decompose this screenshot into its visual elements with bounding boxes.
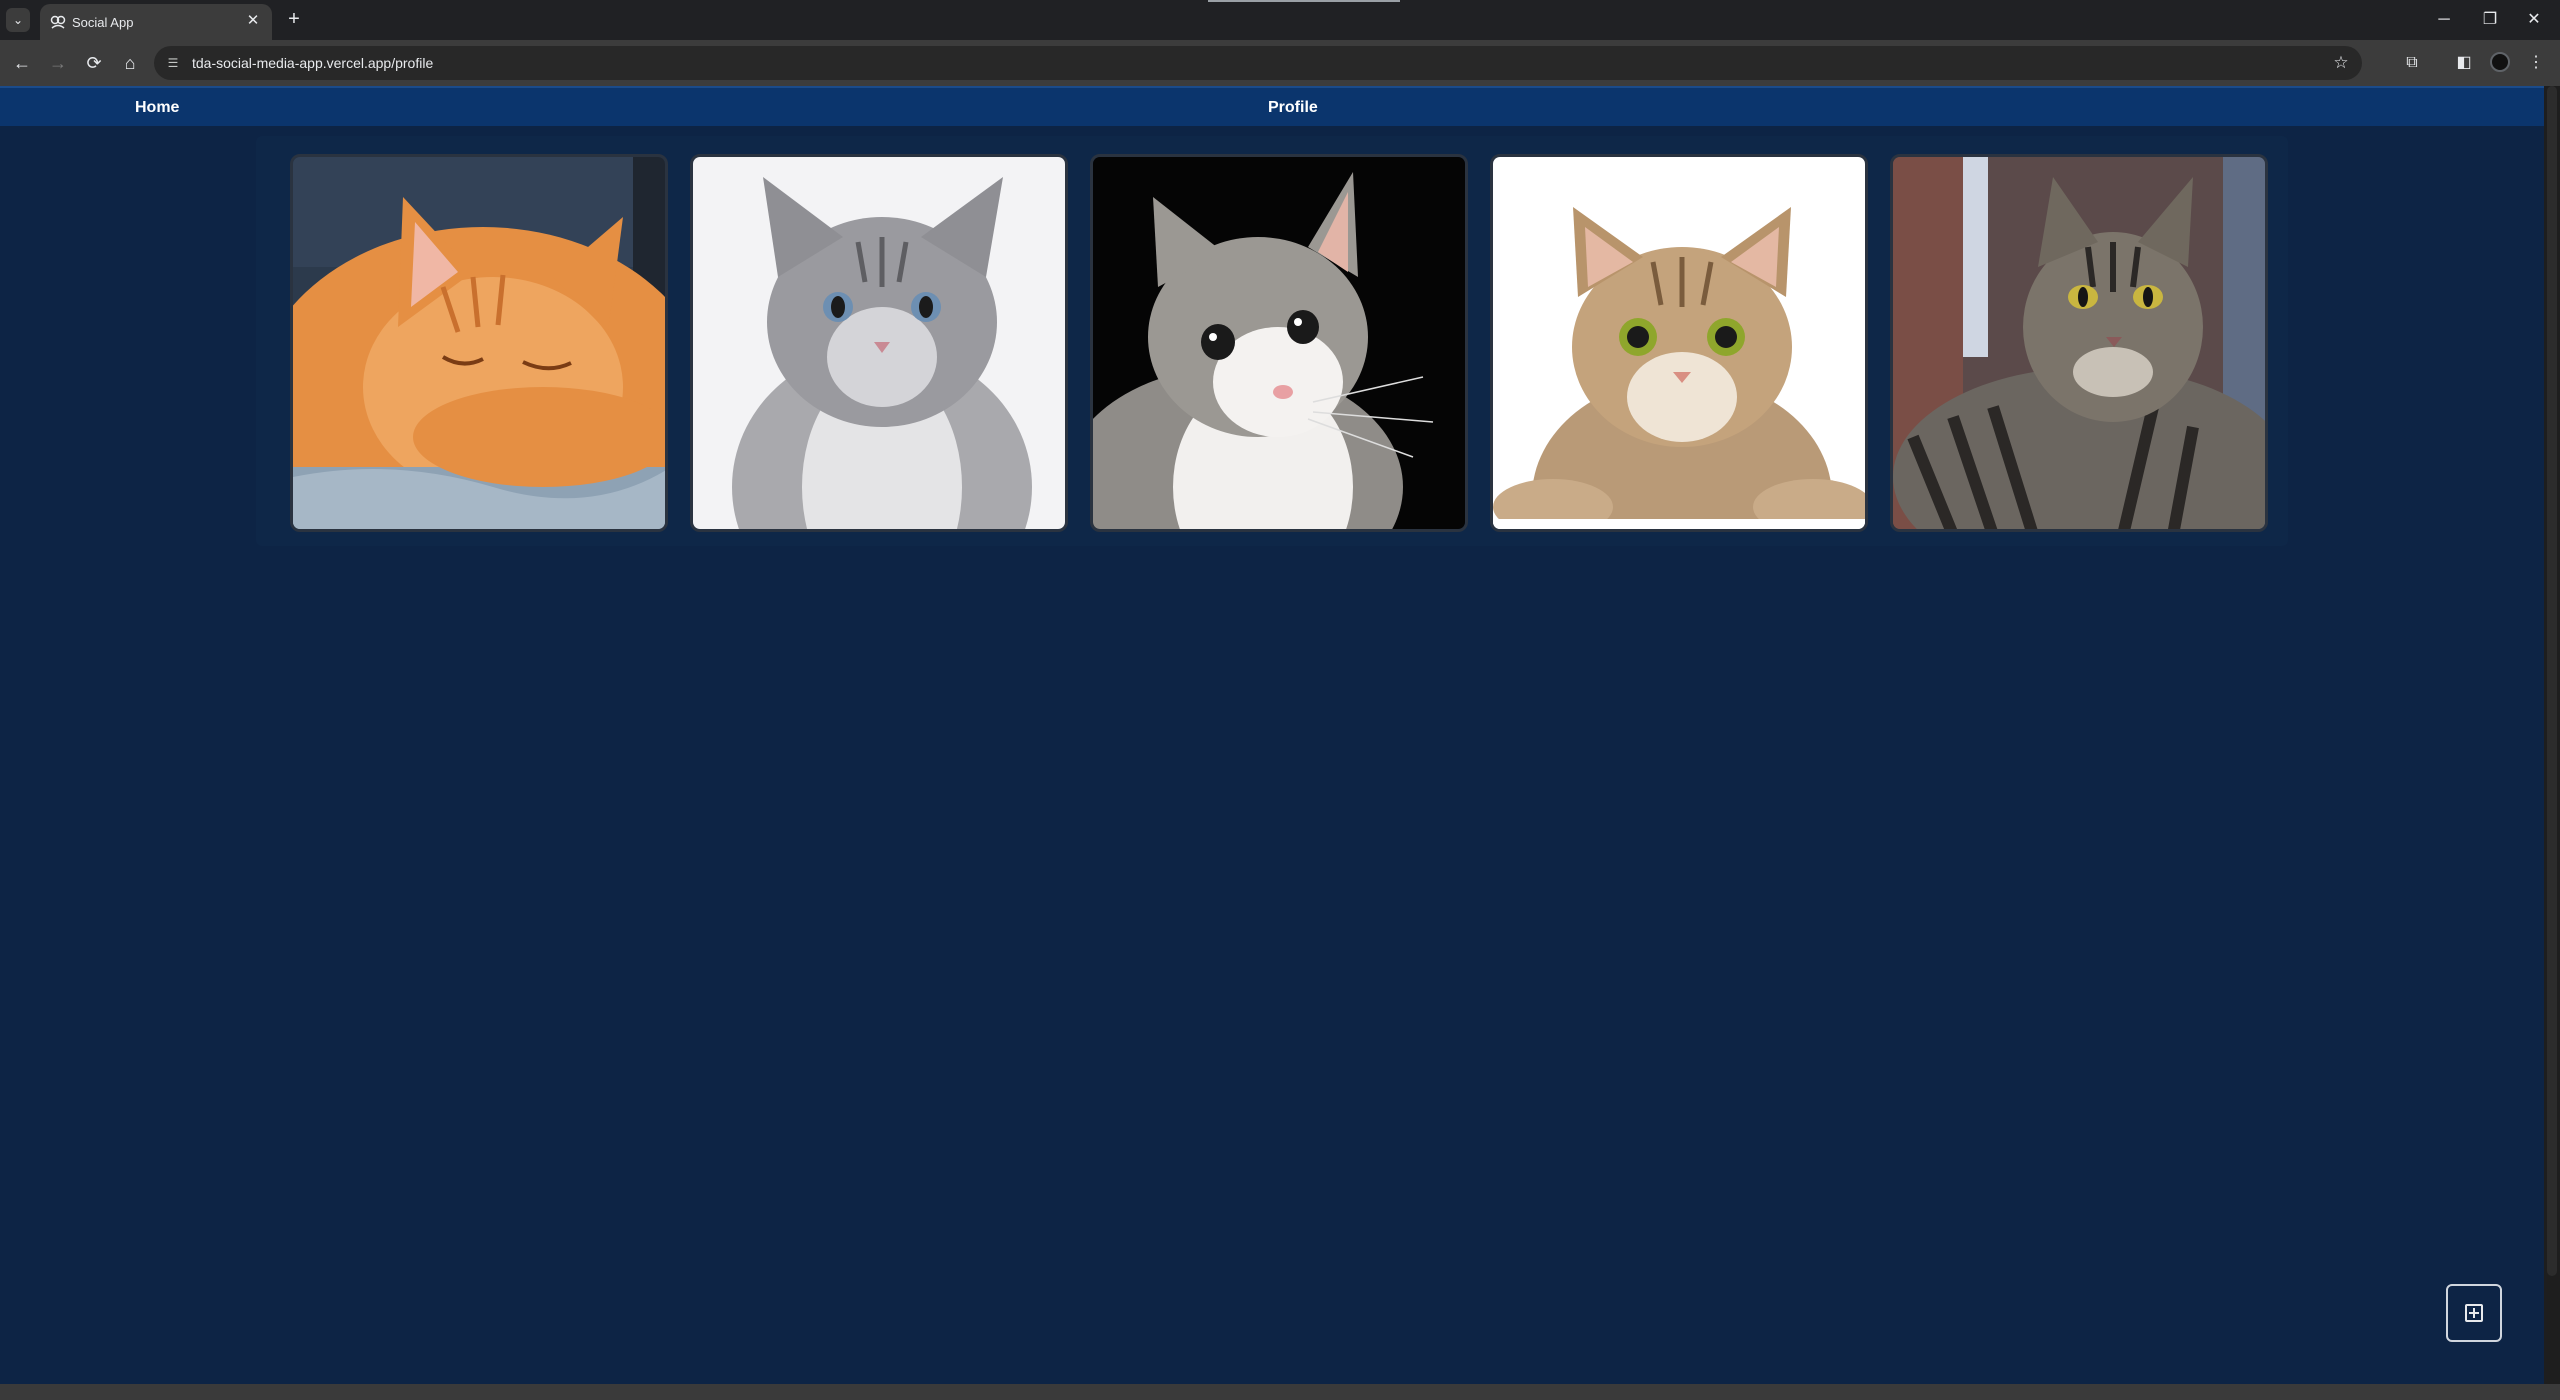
cat-photo-icon: [1893, 157, 2265, 529]
side-panel-icon[interactable]: ◧: [2452, 51, 2476, 75]
cat-photo-icon: [693, 157, 1065, 529]
cat-photo-icon: [1493, 157, 1865, 529]
browser-tab[interactable]: Social App ✕: [40, 4, 272, 40]
page-viewport: Home Profile: [0, 86, 2544, 1384]
nav-link-home[interactable]: Home: [135, 99, 179, 117]
back-icon[interactable]: ←: [10, 51, 34, 75]
avatar[interactable]: [2490, 52, 2510, 72]
reload-icon[interactable]: ⟳: [82, 51, 106, 75]
menu-icon[interactable]: ⋮: [2524, 51, 2548, 75]
add-post-button[interactable]: [2446, 1284, 2502, 1342]
plus-square-icon: [2465, 1304, 2483, 1322]
scrollbar-thumb[interactable]: [2547, 86, 2557, 1276]
new-tab-button[interactable]: +: [282, 8, 306, 32]
window-close-button[interactable]: ✕: [2514, 6, 2554, 34]
bookmark-star-icon[interactable]: ☆: [2330, 52, 2352, 74]
photo-card-orange-cat[interactable]: [290, 154, 668, 532]
photo-card-grey-cat[interactable]: [690, 154, 1068, 532]
photo-card-white-cat[interactable]: [1090, 154, 1468, 532]
app-navbar: Home Profile: [0, 86, 2544, 126]
photo-gallery: [256, 136, 2288, 546]
site-info-icon[interactable]: ☰: [164, 54, 182, 72]
tab-title: Social App: [72, 15, 134, 30]
nav-link-profile[interactable]: Profile: [1268, 99, 1318, 117]
photo-card-striped-tabby[interactable]: [1890, 154, 2268, 532]
address-bar[interactable]: ☰ tda-social-media-app.vercel.app/profil…: [154, 46, 2362, 80]
drag-indicator: [1208, 0, 1400, 2]
cat-photo-icon: [1093, 157, 1465, 529]
browser-tab-bar: ⌄ Social App ✕ + ─ ❐ ✕: [0, 0, 2560, 40]
tab-search-icon[interactable]: ⌄: [6, 8, 30, 32]
tab-close-icon[interactable]: ✕: [244, 12, 262, 30]
minimize-button[interactable]: ─: [2424, 6, 2464, 34]
home-icon[interactable]: ⌂: [118, 51, 142, 75]
forward-icon[interactable]: →: [46, 51, 70, 75]
horizontal-scrollbar[interactable]: [0, 1384, 2560, 1400]
cat-photo-icon: [293, 157, 665, 529]
restore-button[interactable]: ❐: [2470, 6, 2510, 34]
browser-toolbar: ← → ⟳ ⌂ ☰ tda-social-media-app.vercel.ap…: [0, 40, 2560, 86]
photo-card-tabby-paws[interactable]: [1490, 154, 1868, 532]
url-text[interactable]: tda-social-media-app.vercel.app/profile: [192, 55, 433, 71]
favicon-icon: [50, 15, 66, 29]
extensions-icon[interactable]: ⧉: [2400, 51, 2424, 75]
